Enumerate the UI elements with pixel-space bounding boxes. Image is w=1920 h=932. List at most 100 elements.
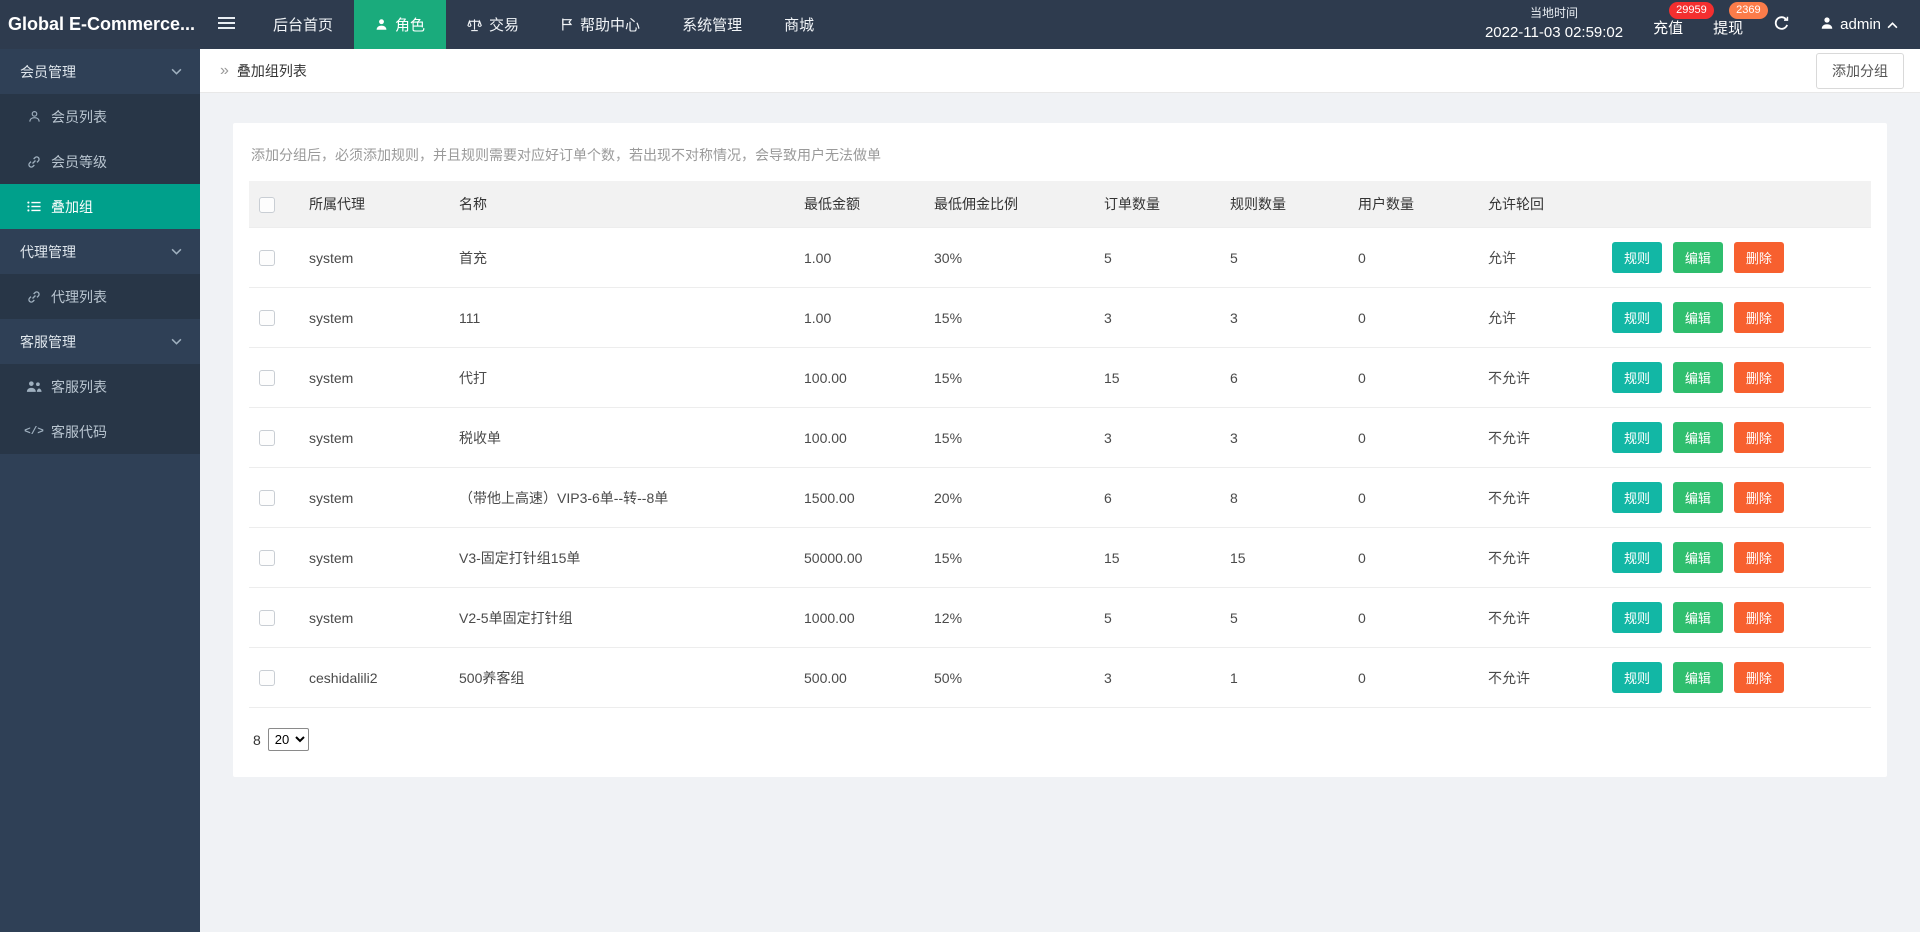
row-checkbox[interactable]	[259, 490, 275, 507]
cell-min-commission: 15%	[924, 347, 1094, 408]
cell-agent: system	[299, 467, 449, 528]
sidebar-group-member-management[interactable]: 会员管理	[0, 49, 200, 94]
rule-button[interactable]: 规则	[1612, 602, 1663, 633]
delete-button[interactable]: 删除	[1733, 302, 1784, 333]
table-row: ceshidalili2 500养客组 500.00 50% 3 1 0 不允许…	[249, 647, 1871, 708]
rule-button[interactable]: 规则	[1612, 662, 1663, 693]
withdraw-link[interactable]: 提现 2369	[1713, 2, 1768, 38]
cell-loop: 不允许	[1478, 527, 1602, 588]
cell-name: V2-5单固定打针组	[449, 587, 794, 648]
sidebar-item-member-list[interactable]: 会员列表	[0, 94, 200, 139]
cell-agent: system	[299, 527, 449, 588]
row-checkbox[interactable]	[259, 370, 275, 387]
sidebar-toggle-button[interactable]	[200, 0, 252, 49]
withdraw-count-badge: 2369	[1729, 2, 1768, 19]
link-icon	[26, 155, 42, 169]
top-navbar: Global E-Commerce... 后台首页 角色 交易 帮助中心 系统管…	[0, 0, 1920, 49]
nav-label: 商城	[784, 17, 815, 34]
cell-min-amount: 100.00	[794, 407, 924, 468]
rule-button[interactable]: 规则	[1612, 542, 1663, 573]
column-header-orders: 订单数量	[1094, 181, 1220, 228]
cell-orders: 3	[1094, 647, 1220, 708]
cell-orders: 5	[1094, 587, 1220, 648]
delete-button[interactable]: 删除	[1733, 542, 1784, 573]
cell-min-commission: 30%	[924, 227, 1094, 288]
cell-name: 代打	[449, 347, 794, 408]
rule-button[interactable]: 规则	[1612, 422, 1663, 453]
cell-min-amount: 500.00	[794, 647, 924, 708]
rule-button[interactable]: 规则	[1612, 482, 1663, 513]
row-checkbox[interactable]	[259, 610, 275, 627]
cell-min-commission: 50%	[924, 647, 1094, 708]
cell-min-commission: 12%	[924, 587, 1094, 648]
cell-agent: system	[299, 407, 449, 468]
edit-button[interactable]: 编辑	[1672, 302, 1723, 333]
nav-item-mall[interactable]: 商城	[763, 0, 835, 49]
rule-button[interactable]: 规则	[1612, 362, 1663, 393]
withdraw-label: 提现	[1713, 20, 1744, 37]
cell-users: 0	[1348, 407, 1478, 468]
nav-item-roles[interactable]: 角色	[354, 0, 447, 49]
recharge-link[interactable]: 充值 29959	[1653, 2, 1714, 38]
row-checkbox[interactable]	[259, 430, 275, 447]
cell-agent: system	[299, 287, 449, 348]
local-time: 当地时间 2022-11-03 02:59:02	[1485, 4, 1623, 45]
chevron-down-icon	[171, 248, 182, 255]
table-row: system 代打 100.00 15% 15 6 0 不允许 规则 编辑 删除	[249, 347, 1871, 408]
delete-button[interactable]: 删除	[1733, 362, 1784, 393]
sidebar-item-overlay-group[interactable]: 叠加组	[0, 184, 200, 229]
cell-users: 0	[1348, 647, 1478, 708]
edit-button[interactable]: 编辑	[1672, 602, 1723, 633]
table-header-row: 所属代理 名称 最低金额 最低佣金比例 订单数量 规则数量 用户数量 允许轮回	[249, 181, 1871, 228]
chevron-down-icon	[171, 338, 182, 345]
delete-button[interactable]: 删除	[1733, 662, 1784, 693]
nav-item-transactions[interactable]: 交易	[446, 0, 540, 49]
edit-button[interactable]: 编辑	[1672, 542, 1723, 573]
sidebar-item-service-code[interactable]: </> 客服代码	[0, 409, 200, 454]
edit-button[interactable]: 编辑	[1672, 242, 1723, 273]
cell-min-commission: 15%	[924, 287, 1094, 348]
row-checkbox[interactable]	[259, 670, 275, 687]
delete-button[interactable]: 删除	[1733, 242, 1784, 273]
user-menu[interactable]: admin	[1820, 16, 1898, 34]
sidebar-item-label: 会员等级	[51, 153, 107, 170]
cell-orders: 3	[1094, 287, 1220, 348]
table-row: system （带他上高速）VIP3-6单--转--8单 1500.00 20%…	[249, 467, 1871, 528]
nav-item-help-center[interactable]: 帮助中心	[540, 0, 661, 49]
sidebar-item-member-level[interactable]: 会员等级	[0, 139, 200, 184]
sidebar-group-agent-management[interactable]: 代理管理	[0, 229, 200, 274]
edit-button[interactable]: 编辑	[1672, 362, 1723, 393]
delete-button[interactable]: 删除	[1733, 602, 1784, 633]
group-table: 所属代理 名称 最低金额 最低佣金比例 订单数量 规则数量 用户数量 允许轮回	[249, 181, 1871, 708]
select-all-checkbox[interactable]	[259, 196, 275, 213]
row-checkbox[interactable]	[259, 250, 275, 267]
rule-button[interactable]: 规则	[1612, 242, 1663, 273]
row-checkbox[interactable]	[259, 550, 275, 567]
refresh-button[interactable]	[1773, 15, 1790, 35]
delete-button[interactable]: 删除	[1733, 422, 1784, 453]
cell-loop: 允许	[1478, 287, 1602, 348]
sidebar-item-agent-list[interactable]: 代理列表	[0, 274, 200, 319]
sidebar-item-service-list[interactable]: 客服列表	[0, 364, 200, 409]
delete-button[interactable]: 删除	[1733, 482, 1784, 513]
recharge-count-badge: 29959	[1669, 2, 1714, 19]
cell-users: 0	[1348, 527, 1478, 588]
nav-item-dashboard[interactable]: 后台首页	[252, 0, 354, 49]
column-header-min-commission: 最低佣金比例	[924, 181, 1094, 228]
sidebar-group-service-management[interactable]: 客服管理	[0, 319, 200, 364]
nav-item-system[interactable]: 系统管理	[661, 0, 763, 49]
row-checkbox[interactable]	[259, 310, 275, 327]
nav-label: 角色	[395, 17, 426, 34]
table-body: system 首充 1.00 30% 5 5 0 允许 规则 编辑 删除 sys…	[249, 227, 1871, 708]
add-group-button[interactable]: 添加分组	[1816, 52, 1904, 89]
cell-orders: 5	[1094, 227, 1220, 288]
group-list-card: 添加分组后，必须添加规则，并且规则需要对应好订单个数，若出现不对称情况，会导致用…	[233, 123, 1887, 777]
cell-rules: 6	[1220, 347, 1348, 408]
edit-button[interactable]: 编辑	[1672, 662, 1723, 693]
rule-button[interactable]: 规则	[1612, 302, 1663, 333]
edit-button[interactable]: 编辑	[1672, 422, 1723, 453]
column-header-loop: 允许轮回	[1478, 181, 1602, 228]
page-size-select[interactable]: 20	[267, 728, 309, 751]
edit-button[interactable]: 编辑	[1672, 482, 1723, 513]
cell-min-amount: 1.00	[794, 227, 924, 288]
